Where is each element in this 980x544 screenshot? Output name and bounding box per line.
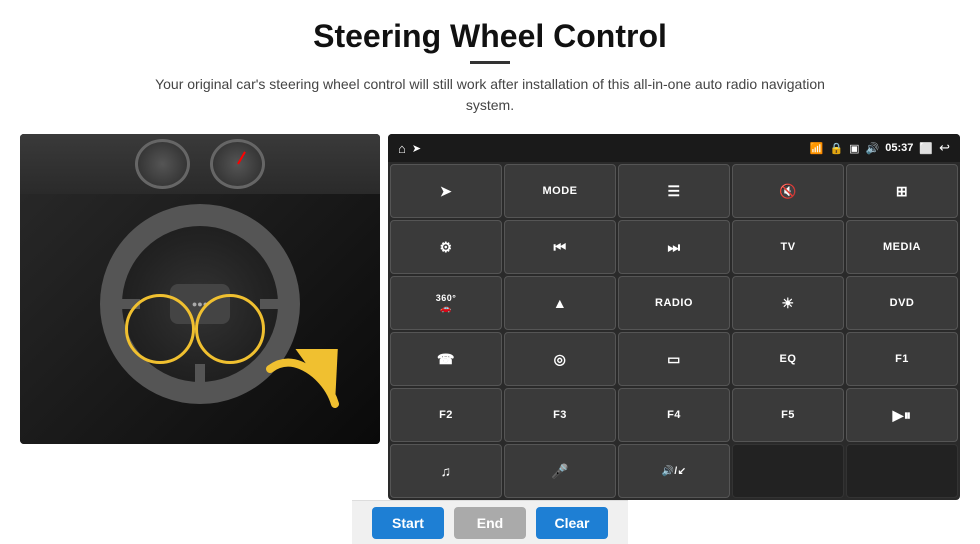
btn-phone[interactable]: ☎ <box>390 332 502 386</box>
btn-mic[interactable]: 🎤 <box>504 444 616 498</box>
btn-mute[interactable]: 🔇 <box>732 164 844 218</box>
bt-icon: 🔊 <box>866 142 880 155</box>
page-wrapper: Steering Wheel Control Your original car… <box>0 0 980 544</box>
back-icon[interactable]: ↩ <box>939 140 950 156</box>
status-right: 📶 🔒 ▣ 🔊 05:37 ⬜ ↩ <box>810 140 950 156</box>
btn-empty2 <box>846 444 958 498</box>
btn-360[interactable]: 360°🚗 <box>390 276 502 330</box>
card-icon: ▣ <box>849 142 859 155</box>
btn-f2[interactable]: F2 <box>390 388 502 442</box>
yellow-arrow <box>260 349 350 424</box>
btn-eq[interactable]: EQ <box>732 332 844 386</box>
btn-music[interactable]: ♫ <box>390 444 502 498</box>
btn-navigate[interactable]: ➤ <box>390 164 502 218</box>
window-icon[interactable]: ⬜ <box>919 142 933 155</box>
end-button[interactable]: End <box>454 507 526 539</box>
btn-apps[interactable]: ⊞ <box>846 164 958 218</box>
clear-button[interactable]: Clear <box>536 507 608 539</box>
btn-f1[interactable]: F1 <box>846 332 958 386</box>
status-left: ⌂ ➤ <box>398 141 421 156</box>
button-grid: ➤ MODE ☰ 🔇 ⊞ ⚙ ⏮ ⏭ TV MEDIA 360°🚗 ▲ RADI… <box>388 162 960 500</box>
nav-icon[interactable]: ➤ <box>412 142 421 155</box>
btn-browse[interactable]: ◎ <box>504 332 616 386</box>
status-bar: ⌂ ➤ 📶 🔒 ▣ 🔊 05:37 ⬜ ↩ <box>388 134 960 162</box>
btn-tv[interactable]: TV <box>732 220 844 274</box>
btn-display[interactable]: ▭ <box>618 332 730 386</box>
lock-icon: 🔒 <box>829 142 843 155</box>
btn-next[interactable]: ⏭ <box>618 220 730 274</box>
spoke-right <box>260 299 295 309</box>
header-section: Steering Wheel Control Your original car… <box>0 0 980 124</box>
btn-f5[interactable]: F5 <box>732 388 844 442</box>
steering-wheel-bg: ●●● <box>20 134 380 444</box>
btn-vol-down[interactable]: 🔊/↙ <box>618 444 730 498</box>
bottom-bar: Start End Clear <box>352 500 628 544</box>
home-icon[interactable]: ⌂ <box>398 141 406 156</box>
btn-empty1 <box>732 444 844 498</box>
clock: 05:37 <box>885 142 913 154</box>
control-panel: ⌂ ➤ 📶 🔒 ▣ 🔊 05:37 ⬜ ↩ ➤ MODE ☰ <box>388 134 960 500</box>
btn-settings[interactable]: ⚙ <box>390 220 502 274</box>
btn-play-pause[interactable]: ▶⏸ <box>846 388 958 442</box>
wifi-icon: 📶 <box>810 142 824 155</box>
btn-mode[interactable]: MODE <box>504 164 616 218</box>
btn-f3[interactable]: F3 <box>504 388 616 442</box>
btn-radio[interactable]: RADIO <box>618 276 730 330</box>
btn-brightness[interactable]: ☀ <box>732 276 844 330</box>
btn-f4[interactable]: F4 <box>618 388 730 442</box>
btn-prev[interactable]: ⏮ <box>504 220 616 274</box>
page-subtitle: Your original car's steering wheel contr… <box>150 74 830 116</box>
highlight-right <box>195 294 265 364</box>
btn-eject[interactable]: ▲ <box>504 276 616 330</box>
start-button[interactable]: Start <box>372 507 444 539</box>
btn-menu[interactable]: ☰ <box>618 164 730 218</box>
content-section: ●●● <box>0 124 980 500</box>
car-image: ●●● <box>20 134 380 444</box>
page-title: Steering Wheel Control <box>60 18 920 55</box>
title-divider <box>470 61 510 64</box>
spoke-bottom <box>195 364 205 399</box>
btn-dvd[interactable]: DVD <box>846 276 958 330</box>
btn-media[interactable]: MEDIA <box>846 220 958 274</box>
highlight-left <box>125 294 195 364</box>
